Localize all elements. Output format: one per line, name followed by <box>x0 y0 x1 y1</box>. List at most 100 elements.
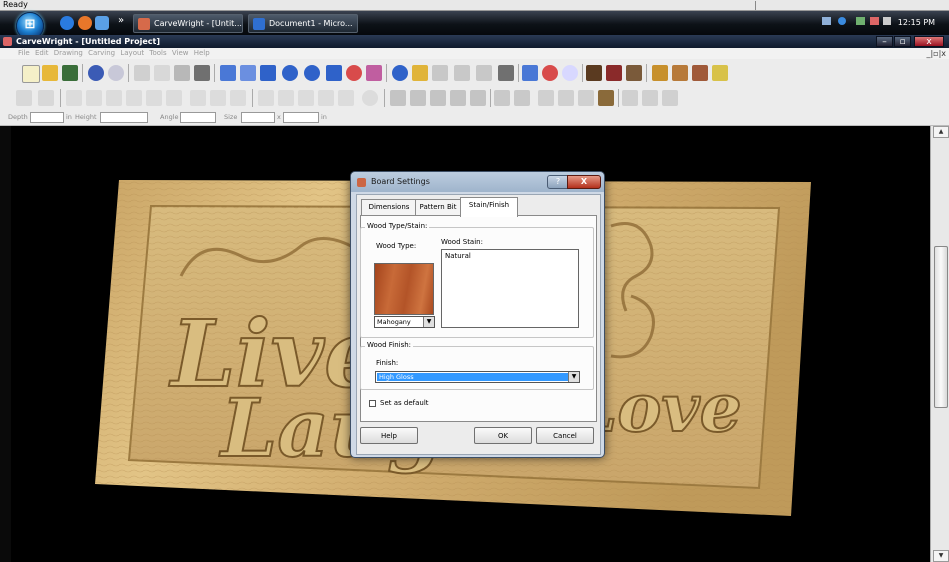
redo-icon[interactable] <box>108 65 124 81</box>
maximize-button[interactable]: ▫ <box>894 36 911 47</box>
texture-3-icon[interactable] <box>578 90 594 106</box>
polygon-icon[interactable] <box>304 65 320 81</box>
shape-2-icon[interactable] <box>642 90 658 106</box>
set-default-checkbox[interactable] <box>369 400 376 407</box>
freehand-icon[interactable] <box>366 65 382 81</box>
taskbar-item-carvewright[interactable]: CarveWright - [Untit... <box>133 14 243 33</box>
quicklaunch-overflow[interactable]: » <box>118 15 124 26</box>
vbit-icon[interactable] <box>454 65 470 81</box>
menu-carving[interactable]: Carving <box>88 49 115 57</box>
emboss-icon[interactable] <box>498 65 514 81</box>
flip-icon[interactable] <box>298 90 314 106</box>
mirror-icon[interactable] <box>230 90 246 106</box>
group-icon[interactable] <box>16 90 32 106</box>
weld-icon[interactable] <box>318 90 334 106</box>
shape-1-icon[interactable] <box>622 90 638 106</box>
zoom-icon[interactable] <box>562 65 578 81</box>
copy-icon[interactable] <box>154 65 170 81</box>
stain-item-natural[interactable]: Natural <box>445 252 471 260</box>
texture-1-icon[interactable] <box>538 90 554 106</box>
text-icon[interactable] <box>326 65 342 81</box>
rotate-back-icon[interactable] <box>278 90 294 106</box>
delete-icon[interactable] <box>194 65 210 81</box>
zoom-fit-icon[interactable] <box>542 65 558 81</box>
space-icon[interactable] <box>210 90 226 106</box>
select-icon[interactable] <box>220 65 236 81</box>
cut-icon[interactable] <box>134 65 150 81</box>
rectangle-icon[interactable] <box>260 65 276 81</box>
view-2d-icon[interactable] <box>652 65 668 81</box>
view-tile-icon[interactable] <box>712 65 728 81</box>
battery-icon[interactable] <box>856 17 866 25</box>
show-desktop-icon[interactable] <box>95 16 109 30</box>
help-button[interactable]: Help <box>360 427 418 444</box>
cutout-icon[interactable] <box>432 65 448 81</box>
menu-help[interactable]: Help <box>194 49 210 57</box>
wood-stain-list[interactable]: Natural <box>441 249 579 328</box>
point-icon[interactable] <box>240 65 256 81</box>
minimize-button[interactable]: – <box>876 36 893 47</box>
size-width-input[interactable] <box>241 112 275 123</box>
spiral-icon[interactable] <box>346 65 362 81</box>
menu-view[interactable]: View <box>172 49 189 57</box>
menu-edit[interactable]: Edit <box>35 49 49 57</box>
dialog-title-bar[interactable]: Board Settings ? X <box>351 172 604 192</box>
paste-icon[interactable] <box>174 65 190 81</box>
zoom-select-icon[interactable] <box>522 65 538 81</box>
scroll-down-button[interactable]: ▼ <box>933 550 949 562</box>
align-top-icon[interactable] <box>126 90 142 106</box>
menu-file[interactable]: File <box>18 49 30 57</box>
rotate-icon[interactable] <box>258 90 274 106</box>
carve-tool-4-icon[interactable] <box>450 90 466 106</box>
angle-input[interactable] <box>180 112 216 123</box>
menu-tools[interactable]: Tools <box>149 49 166 57</box>
view-board-icon[interactable] <box>626 65 642 81</box>
carve-region-icon[interactable] <box>412 65 428 81</box>
tab-stain-finish[interactable]: Stain/Finish <box>460 197 518 217</box>
security-icon[interactable] <box>869 17 879 25</box>
align-middle-icon[interactable] <box>146 90 162 106</box>
wood-type-select[interactable]: Mahogany ▼ <box>374 316 435 328</box>
open-icon[interactable] <box>42 65 58 81</box>
finish-select[interactable]: High Gloss ▼ <box>375 371 580 383</box>
wand-icon[interactable] <box>514 90 530 106</box>
texture-2-icon[interactable] <box>558 90 574 106</box>
carve-tool-5-icon[interactable] <box>470 90 486 106</box>
cancel-button[interactable]: Cancel <box>536 427 594 444</box>
save-icon[interactable] <box>62 65 78 81</box>
close-button[interactable]: x <box>914 36 944 47</box>
scroll-up-button[interactable]: ▲ <box>933 126 949 138</box>
scroll-thumb[interactable] <box>934 246 948 408</box>
distribute-icon[interactable] <box>190 90 206 106</box>
carve-tool-1-icon[interactable] <box>390 90 406 106</box>
dialog-close-button[interactable]: X <box>567 175 601 189</box>
align-right-icon[interactable] <box>106 90 122 106</box>
ballnose-icon[interactable] <box>476 65 492 81</box>
view-3d-icon[interactable] <box>672 65 688 81</box>
bit-icon[interactable] <box>494 90 510 106</box>
menu-layout[interactable]: Layout <box>120 49 144 57</box>
tab-dimensions[interactable]: Dimensions <box>361 199 417 216</box>
new-icon[interactable] <box>22 65 40 83</box>
mdi-window-controls[interactable]: _|▫|x <box>912 48 949 59</box>
taskbar-item-document1[interactable]: Document1 - Micro... <box>248 14 358 33</box>
trim-icon[interactable] <box>338 90 354 106</box>
undo-icon[interactable] <box>88 65 104 81</box>
texture-4-icon[interactable] <box>598 90 614 106</box>
height-input[interactable] <box>100 112 148 123</box>
align-center-icon[interactable] <box>86 90 102 106</box>
viewport-scrollbar[interactable]: ▲ ▼ <box>930 126 949 562</box>
ie-icon[interactable] <box>60 16 74 30</box>
ungroup-icon[interactable] <box>38 90 54 106</box>
menu-drawing[interactable]: Drawing <box>54 49 83 57</box>
align-bottom-icon[interactable] <box>166 90 182 106</box>
volume-icon[interactable] <box>883 17 892 25</box>
depth-input[interactable] <box>30 112 64 123</box>
carve-tool-3-icon[interactable] <box>430 90 446 106</box>
tray-app-icon[interactable] <box>837 17 846 25</box>
firefox-icon[interactable] <box>78 16 92 30</box>
ellipse-icon[interactable] <box>282 65 298 81</box>
align-left-icon[interactable] <box>66 90 82 106</box>
dialog-help-icon[interactable]: ? <box>547 175 569 189</box>
center-icon[interactable] <box>362 90 378 106</box>
